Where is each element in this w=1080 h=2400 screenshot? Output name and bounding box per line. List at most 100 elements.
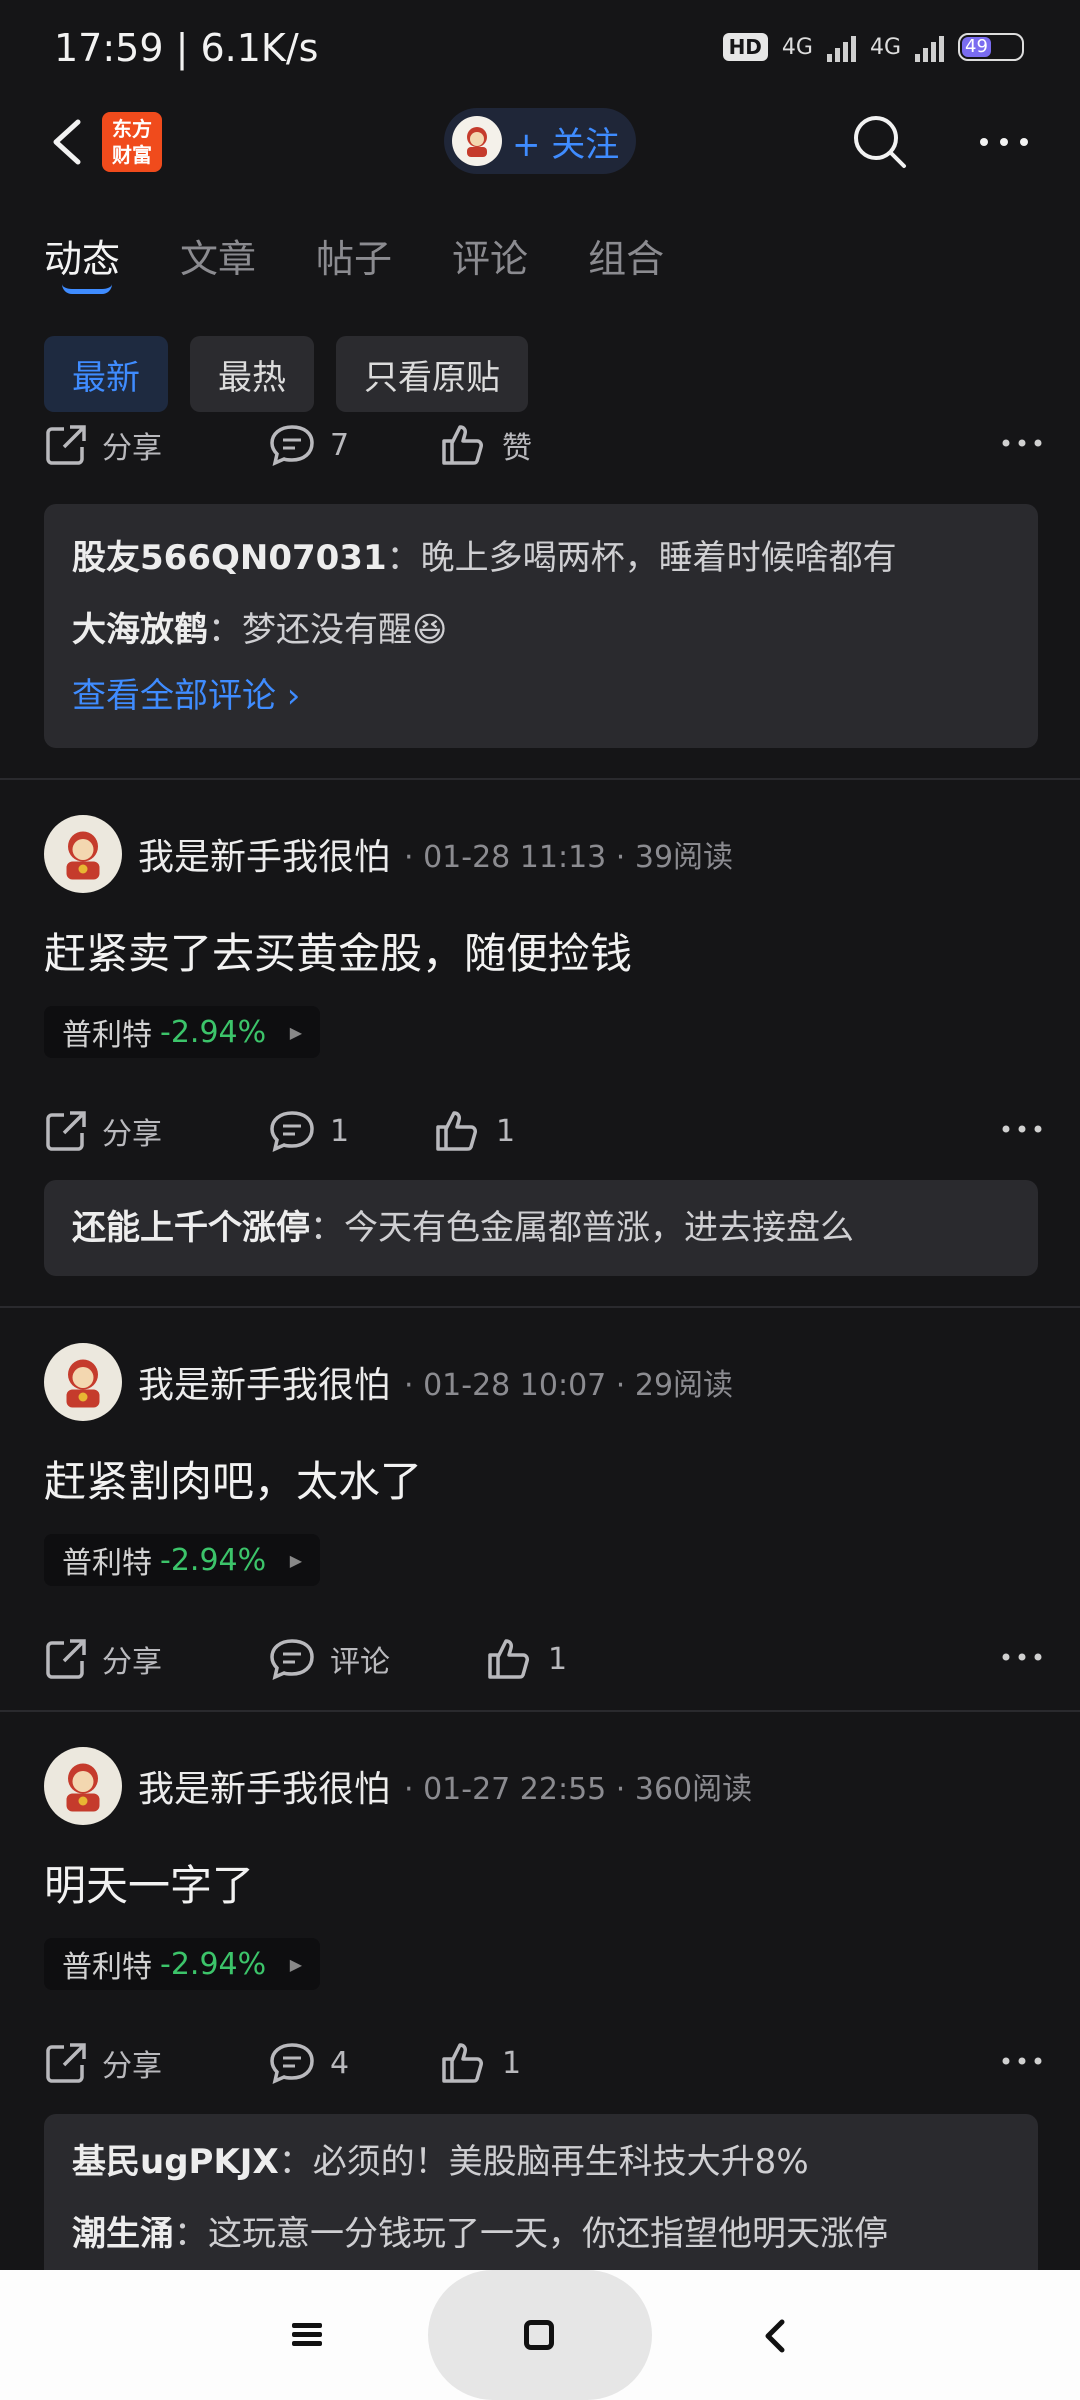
- more-options-icon[interactable]: [974, 122, 1034, 162]
- stock-name: 普利特: [62, 1546, 152, 1581]
- tab-portfolio[interactable]: 组合: [588, 228, 664, 283]
- filter-original-only[interactable]: 只看原贴: [336, 336, 528, 412]
- comment-count: 4: [330, 2045, 350, 2081]
- filter-latest[interactable]: 最新: [44, 336, 168, 412]
- home-icon: [524, 2320, 554, 2350]
- comment-preview[interactable]: 股友566QN07031：晚上多喝两杯，睡着时候啥都有 大海放鹤：梦还没有醒😆 …: [44, 504, 1038, 748]
- sort-filters: 最新 最热 只看原贴: [44, 336, 528, 412]
- signal-icon-2: [915, 32, 944, 62]
- share-label: 分享: [102, 2049, 162, 2084]
- post-divider: [0, 1710, 1080, 1712]
- comment-preview[interactable]: 还能上千个涨停：今天有色金属都普涨，进去接盘么: [44, 1180, 1038, 1276]
- post-header: 我是新手我很怕 · 01-28 11:13 · 39阅读: [44, 812, 1044, 896]
- share-button[interactable]: 分享: [44, 2028, 162, 2098]
- post-text[interactable]: 赶紧卖了去买黄金股，随便捡钱: [44, 920, 632, 981]
- system-nav-bar: [0, 2270, 1080, 2400]
- user-avatar[interactable]: [44, 815, 122, 893]
- share-icon: [46, 425, 86, 465]
- caret-right-icon: ▶: [289, 1550, 302, 1570]
- eastmoney-logo[interactable]: 东方 财富: [102, 112, 162, 172]
- post-meta: · 01-28 11:13 · 39阅读: [404, 840, 734, 875]
- battery-icon: 49: [958, 33, 1024, 61]
- user-avatar[interactable]: [44, 1747, 122, 1825]
- comment-item: 基民ugPKJX：必须的！美股脑再生科技大升8%: [72, 2142, 809, 2182]
- post-more-icon[interactable]: [1000, 2046, 1044, 2076]
- tab-posts[interactable]: 帖子: [316, 228, 392, 283]
- comment-button[interactable]: 评论: [268, 1624, 390, 1694]
- stock-tag[interactable]: 普利特 -2.94% ▶: [44, 1006, 320, 1058]
- post-actions: 分享 4 1: [44, 2028, 1044, 2098]
- thumbs-up-icon: [488, 1639, 529, 1679]
- username[interactable]: 我是新手我很怕: [138, 828, 390, 880]
- share-button[interactable]: 分享: [44, 1096, 162, 1166]
- back-arrow-icon[interactable]: [44, 114, 94, 170]
- post-more-icon[interactable]: [1000, 428, 1044, 458]
- follow-label: + 关注: [512, 124, 620, 165]
- stock-name: 普利特: [62, 1950, 152, 1985]
- comment-item: 还能上千个涨停：今天有色金属都普涨，进去接盘么: [72, 1208, 854, 1248]
- comment-item: 股友566QN07031：晚上多喝两杯，睡着时候啥都有: [72, 538, 897, 578]
- recent-apps-icon[interactable]: [290, 2318, 324, 2352]
- view-all-comments-link[interactable]: 查看全部评论 ›: [72, 666, 1010, 726]
- search-icon[interactable]: [850, 112, 910, 172]
- post-divider: [0, 1306, 1080, 1308]
- share-label: 分享: [102, 1117, 162, 1152]
- share-button[interactable]: 分享: [44, 1624, 162, 1694]
- post-feed: 分享 7 赞 股友566QN07031：晚上多喝两杯，睡着时候啥都有 大海放鹤：…: [0, 420, 1080, 2270]
- like-count: 1: [548, 1641, 568, 1677]
- post-meta: · 01-28 10:07 · 29阅读: [404, 1368, 734, 1403]
- stock-change: -2.94%: [160, 1542, 267, 1578]
- post-text[interactable]: 赶紧割肉吧，太水了: [44, 1448, 422, 1509]
- like-count: 1: [496, 1113, 516, 1149]
- avatar-icon: [66, 1763, 100, 1812]
- stock-change: -2.94%: [160, 1014, 267, 1050]
- active-tab-indicator: [62, 284, 112, 294]
- nav-back-icon[interactable]: [760, 2316, 790, 2356]
- profile-avatar-icon: [452, 116, 502, 166]
- post-header: 我是新手我很怕 · 01-28 10:07 · 29阅读: [44, 1340, 1044, 1424]
- thumbs-up-icon: [436, 1111, 477, 1151]
- comment-button[interactable]: 7: [268, 420, 349, 480]
- like-button[interactable]: 赞: [440, 420, 532, 480]
- like-button[interactable]: 1: [434, 1096, 515, 1166]
- avatar-icon: [66, 1359, 100, 1408]
- post-text[interactable]: 明天一字了: [44, 1852, 254, 1913]
- comment-button[interactable]: 4: [268, 2028, 349, 2098]
- stock-change: -2.94%: [160, 1946, 267, 1982]
- user-avatar[interactable]: [44, 1343, 122, 1421]
- like-button[interactable]: 1: [440, 2028, 521, 2098]
- follow-button[interactable]: + 关注: [444, 108, 636, 174]
- post-divider: [0, 778, 1080, 780]
- top-header: 东方 财富 + 关注: [0, 100, 1080, 184]
- share-icon: [46, 1111, 86, 1151]
- like-button[interactable]: 1: [486, 1624, 567, 1694]
- status-time: 17:59 | 6.1K/s: [54, 26, 319, 70]
- post-more-icon[interactable]: [1000, 1642, 1044, 1672]
- share-icon: [46, 2043, 86, 2083]
- network-4g-label-2: 4G: [869, 34, 901, 60]
- username[interactable]: 我是新手我很怕: [138, 1356, 390, 1408]
- comment-button[interactable]: 1: [268, 1096, 349, 1166]
- stock-tag[interactable]: 普利特 -2.94% ▶: [44, 1534, 320, 1586]
- comment-count: 7: [330, 427, 350, 463]
- post-actions: 分享 评论 1: [44, 1624, 1044, 1694]
- signal-icon: [826, 32, 856, 62]
- username[interactable]: 我是新手我很怕: [138, 1760, 390, 1812]
- tab-comments[interactable]: 评论: [452, 228, 528, 283]
- share-label: 分享: [102, 1645, 162, 1680]
- share-label: 分享: [102, 431, 162, 466]
- comment-preview[interactable]: 基民ugPKJX：必须的！美股脑再生科技大升8% 潮生涌：这玩意一分钱玩了一天，…: [44, 2114, 1038, 2270]
- thumbs-up-icon: [442, 425, 483, 465]
- post-more-icon[interactable]: [1000, 1114, 1044, 1144]
- battery-level: 49: [962, 37, 991, 57]
- thumbs-up-icon: [442, 2043, 483, 2083]
- tab-dynamics[interactable]: 动态: [44, 228, 120, 294]
- filter-hottest[interactable]: 最热: [190, 336, 314, 412]
- post-actions: 分享 1 1: [44, 1096, 1044, 1166]
- home-button[interactable]: [428, 2270, 652, 2400]
- share-button[interactable]: 分享: [44, 420, 162, 480]
- caret-right-icon: ▶: [289, 1954, 302, 1974]
- tab-articles[interactable]: 文章: [180, 228, 256, 283]
- like-label: 赞: [502, 431, 532, 466]
- stock-tag[interactable]: 普利特 -2.94% ▶: [44, 1938, 320, 1990]
